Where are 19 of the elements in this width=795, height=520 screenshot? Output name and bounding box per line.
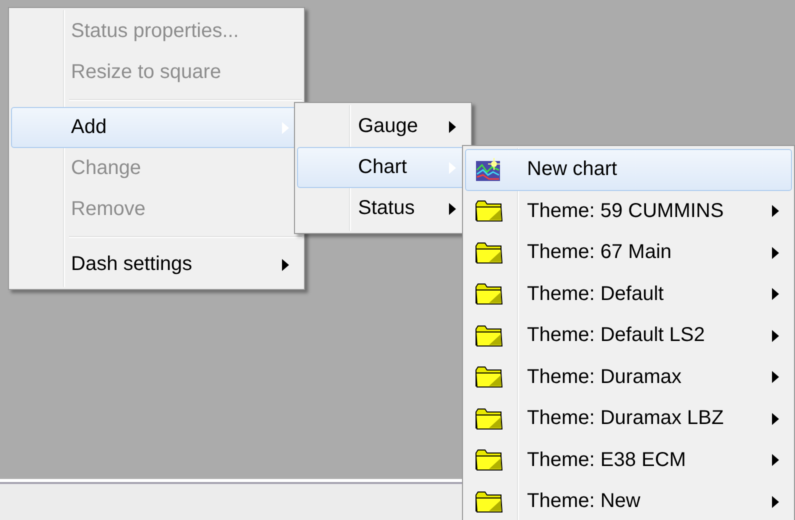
folder-icon [475, 283, 503, 306]
menu-item[interactable]: Theme: Default LS2 [465, 315, 792, 356]
menu-item[interactable]: Theme: New [465, 481, 792, 520]
folder-icon [475, 200, 503, 222]
menu-item[interactable]: Dash settings [11, 244, 302, 285]
menu-item[interactable]: Theme: Duramax LBZ [465, 398, 792, 440]
folder-icon [475, 242, 503, 264]
menu-item[interactable]: Theme: 59 CUMMINS [465, 190, 792, 232]
chart-icon [475, 158, 501, 182]
menu-item[interactable]: Theme: 67 Main [465, 232, 792, 274]
menu-item[interactable]: Theme: Duramax [465, 356, 792, 398]
folder-icon [475, 449, 503, 472]
menu-item[interactable]: New chart [465, 149, 792, 190]
menu-item[interactable]: Theme: Default [465, 274, 792, 315]
folder-icon [475, 366, 503, 388]
folder-icon [475, 324, 503, 347]
folder-icon [475, 408, 503, 430]
folder-icon [475, 490, 503, 513]
menu-item[interactable]: Theme: E38 ECM [465, 440, 792, 481]
